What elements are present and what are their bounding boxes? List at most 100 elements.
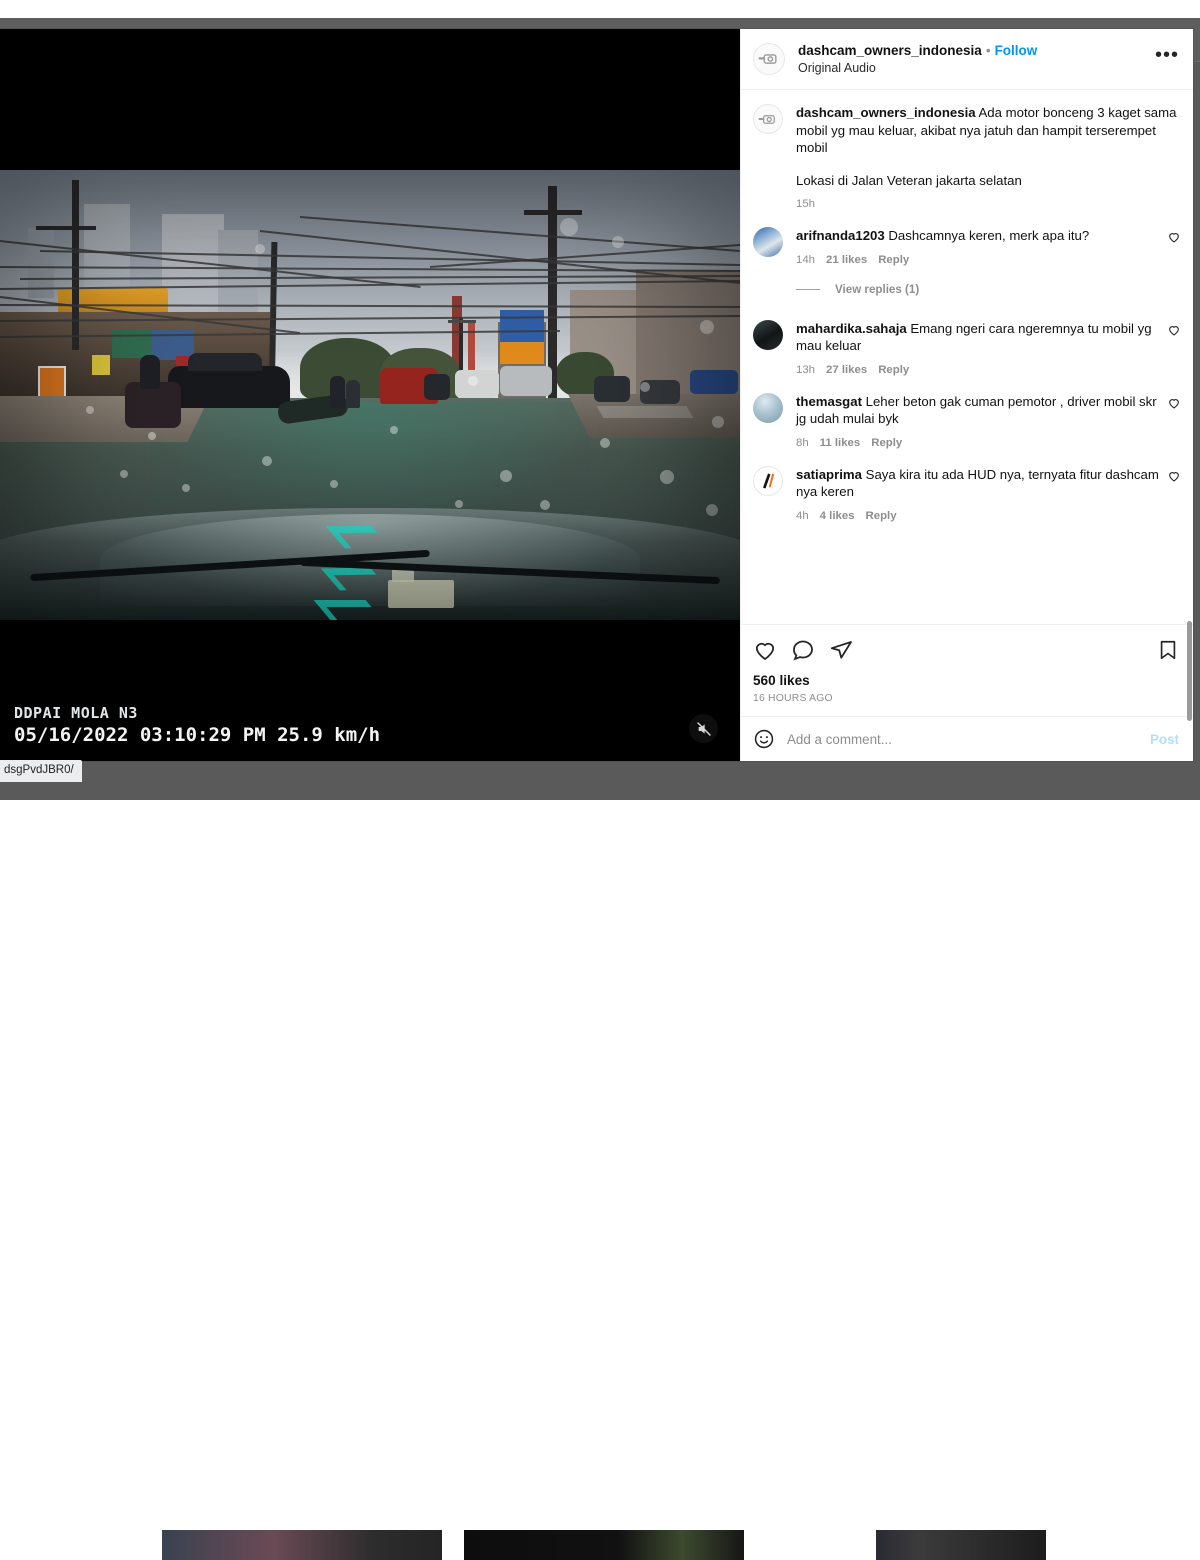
caption-avatar[interactable] xyxy=(753,104,783,134)
billboard xyxy=(500,310,544,344)
comment-reply-button[interactable]: Reply xyxy=(878,254,909,266)
comment-text: Dashcamnya keren, merk apa itu? xyxy=(888,228,1090,243)
commenter-username[interactable]: mahardika.sahaja xyxy=(796,321,907,336)
mute-toggle-button[interactable] xyxy=(689,714,718,743)
raindrop xyxy=(600,438,610,448)
caption-paragraph-2: Lokasi di Jalan Veteran jakarta selatan xyxy=(796,172,1022,188)
comment-reply-button[interactable]: Reply xyxy=(866,510,897,522)
raindrop xyxy=(660,470,674,484)
post-comment-button[interactable]: Post xyxy=(1150,732,1179,747)
motorcycle xyxy=(594,376,630,402)
street-sign xyxy=(92,355,110,375)
follow-button[interactable]: Follow xyxy=(995,43,1038,58)
caption-body: dashcam_owners_indonesia Ada motor bonce… xyxy=(796,104,1181,210)
comment-item: mahardika.sahaja Emang ngeri cara ngerem… xyxy=(753,319,1181,376)
more-options-button[interactable]: ••• xyxy=(1155,45,1179,68)
replies-dash xyxy=(796,288,820,290)
vehicle-black-car xyxy=(168,353,290,408)
pole-crossarm xyxy=(36,226,96,230)
commenter-username[interactable]: themasgat xyxy=(796,394,862,409)
raindrop xyxy=(455,500,463,508)
speaker-muted-icon xyxy=(696,721,711,736)
vehicle-blue-van xyxy=(690,370,738,394)
commenter-username[interactable]: satiaprima xyxy=(796,467,862,482)
action-icon-row xyxy=(753,633,1179,667)
raindrop xyxy=(182,484,190,492)
audio-label[interactable]: Original Audio xyxy=(798,60,1155,77)
commenter-avatar[interactable] xyxy=(753,465,783,496)
caption-username[interactable]: dashcam_owners_indonesia xyxy=(796,105,976,120)
comment-reply-button[interactable]: Reply xyxy=(871,437,902,449)
raindrop xyxy=(148,432,156,440)
comment-like-button[interactable] xyxy=(1167,320,1181,376)
raindrop xyxy=(86,406,94,414)
commenter-avatar[interactable] xyxy=(753,227,783,257)
background-post-grid xyxy=(0,765,1200,1560)
comment-text-row: satiaprima Saya kira itu ada HUD nya, te… xyxy=(796,466,1163,501)
comment-text-row: mahardika.sahaja Emang ngeri cara ngerem… xyxy=(796,320,1163,355)
emoji-picker-button[interactable] xyxy=(753,728,775,750)
comment-time: 13h xyxy=(796,363,816,376)
raindrop xyxy=(262,456,272,466)
commenter-avatar[interactable] xyxy=(753,392,783,423)
pole-crossarm xyxy=(448,320,476,323)
comment-time: 8h xyxy=(796,436,809,449)
post-modal: DDPAI MOLA N3 05/16/2022 03:10:29 PM 25.… xyxy=(0,29,1193,761)
background-thumbnail[interactable] xyxy=(162,1530,442,1560)
browser-status-url: dsgPvdJBR0/ xyxy=(0,760,82,782)
post-info-pane: dashcam_owners_indonesia • Follow Original… xyxy=(740,29,1193,761)
post-timestamp: 16 HOURS AGO xyxy=(753,693,833,704)
comment-body: themasgat Leher beton gak cuman pemotor … xyxy=(796,393,1167,449)
likes-count[interactable]: 560 likes xyxy=(753,673,1179,688)
motorcycle xyxy=(424,374,450,400)
background-thumbnail[interactable] xyxy=(876,1530,1046,1560)
comment-likes[interactable]: 21 likes xyxy=(826,254,867,266)
comment-like-button[interactable] xyxy=(1167,393,1181,449)
comment-like-button[interactable] xyxy=(1167,466,1181,522)
dashcam-video[interactable] xyxy=(0,170,740,620)
pedestrian xyxy=(330,376,345,408)
bookmark-icon[interactable] xyxy=(1157,638,1179,662)
media-pane[interactable]: DDPAI MOLA N3 05/16/2022 03:10:29 PM 25.… xyxy=(0,29,740,761)
post-actions: 560 likes 16 HOURS AGO xyxy=(741,624,1193,716)
author-username[interactable]: dashcam_owners_indonesia xyxy=(798,43,982,58)
caption-time: 15h xyxy=(796,198,816,210)
raindrop xyxy=(712,416,724,428)
comment-reply-button[interactable]: Reply xyxy=(878,364,909,376)
comments-list[interactable]: dashcam_owners_indonesia Ada motor bonce… xyxy=(741,90,1193,624)
raindrop xyxy=(500,470,512,482)
raindrop xyxy=(700,320,714,334)
add-comment-bar: Post xyxy=(741,716,1193,761)
view-replies-row[interactable]: View replies (1) xyxy=(796,283,1181,296)
pole-crossarm xyxy=(524,210,582,215)
comment-meta: 13h 27 likes Reply xyxy=(796,364,1163,376)
comment-meta: 4h 4 likes Reply xyxy=(796,510,1163,522)
dashcam-brand-label: DDPAI MOLA N3 xyxy=(14,704,138,722)
lane-marking xyxy=(596,406,694,418)
comment-likes[interactable]: 4 likes xyxy=(820,510,855,522)
add-comment-input[interactable] xyxy=(787,731,1150,747)
commenter-username[interactable]: arifnanda1203 xyxy=(796,228,885,243)
billboard xyxy=(500,342,544,364)
comment-time: 4h xyxy=(796,509,809,522)
hud-indicator xyxy=(388,580,454,608)
raindrop xyxy=(120,470,128,478)
view-replies-label[interactable]: View replies (1) xyxy=(835,283,919,296)
building xyxy=(218,230,258,316)
heart-icon[interactable] xyxy=(753,638,777,662)
commenter-avatar[interactable] xyxy=(753,319,783,350)
caption-text-row: dashcam_owners_indonesia Ada motor bonce… xyxy=(796,104,1177,157)
raindrop xyxy=(706,504,718,516)
comment-item: satiaprima Saya kira itu ada HUD nya, te… xyxy=(753,465,1181,522)
comments-scrollbar[interactable] xyxy=(1187,621,1192,721)
background-thumbnail[interactable] xyxy=(464,1530,744,1560)
comment-meta: 8h 11 likes Reply xyxy=(796,437,1163,449)
comment-likes[interactable]: 27 likes xyxy=(826,364,867,376)
raindrop xyxy=(612,236,624,248)
share-paperplane-icon[interactable] xyxy=(829,638,853,662)
comment-likes[interactable]: 11 likes xyxy=(820,437,861,449)
comment-bubble-icon[interactable] xyxy=(791,638,815,662)
raindrop xyxy=(540,500,550,510)
author-avatar[interactable] xyxy=(753,43,785,75)
comment-like-button[interactable] xyxy=(1167,227,1181,266)
